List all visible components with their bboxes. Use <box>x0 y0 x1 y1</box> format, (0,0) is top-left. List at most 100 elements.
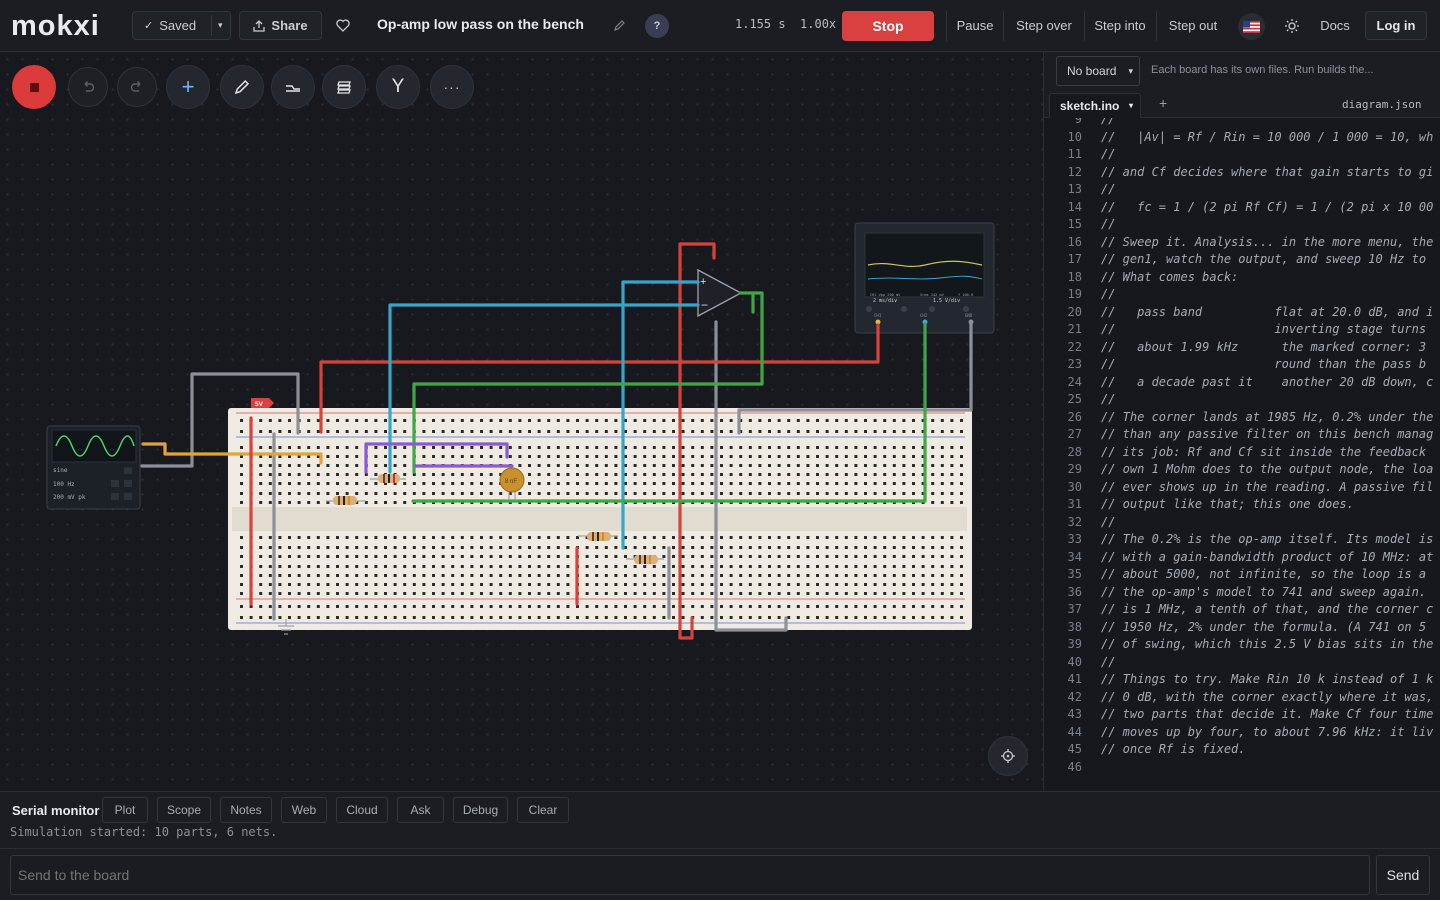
code-line[interactable]: 20 // pass band flat at 20.0 dB, and i <box>1044 304 1440 322</box>
code-line[interactable]: 43 // two parts that decide it. Make Cf f… <box>1044 706 1440 724</box>
heart-icon[interactable] <box>332 11 354 40</box>
code-line[interactable]: 46 <box>1044 759 1440 777</box>
line-number: 14 <box>1067 199 1082 214</box>
theme-sun-icon[interactable] <box>1280 11 1304 40</box>
line-number: 31 <box>1067 497 1082 511</box>
code-line[interactable]: 18 // What comes back: <box>1044 269 1440 287</box>
oscilloscope[interactable]: CH1 Vpp 200 mV Vrms 142 mV f 100.0 2 ms/… <box>854 222 995 334</box>
line-number: 28 <box>1067 444 1082 459</box>
code-line[interactable]: 37 // is 1 MHz, a tenth of that, and the … <box>1044 601 1440 619</box>
pause-button[interactable]: Pause <box>953 11 997 40</box>
help-button[interactable]: ? <box>645 14 669 38</box>
code-line[interactable]: 28 // its job: Rf and Cf sit inside the f… <box>1044 444 1440 462</box>
power-5v-flag[interactable]: 5V <box>251 398 274 408</box>
circuit-canvas[interactable]: + Y ··· sine 100 Hz 200 mV pk CH1 Vpp 20… <box>0 52 1043 791</box>
tab-web[interactable]: Web <box>281 797 327 823</box>
pencil-icon[interactable] <box>609 11 629 40</box>
code-line[interactable]: 21 // inverting stage turns <box>1044 321 1440 339</box>
line-number: 29 <box>1067 462 1082 476</box>
line-number: 15 <box>1067 217 1082 231</box>
code-line[interactable]: 44 // moves up by four, to about 7.96 kHz… <box>1044 724 1440 742</box>
function-generator[interactable]: sine 100 Hz 200 mV pk <box>46 425 141 510</box>
file-tabs: sketch.ino ▾ + diagram.json <box>1044 90 1440 118</box>
code-panel: No board ▾ Each board has its own files.… <box>1043 52 1440 791</box>
language-flag-icon[interactable] <box>1238 13 1265 40</box>
scope-freq-readout: f 100.0 <box>958 293 973 297</box>
code-line[interactable]: 12 // and Cf decides where that gain star… <box>1044 164 1440 182</box>
code-comment: // output like that; this one does. <box>1101 497 1354 511</box>
code-line[interactable]: 30 // ever shows up in the reading. A pas… <box>1044 479 1440 497</box>
send-button[interactable]: Send <box>1376 855 1430 895</box>
serial-monitor-tab[interactable]: Serial monitor <box>12 803 99 818</box>
tab-notes[interactable]: Notes <box>220 797 272 823</box>
scope-timebase: 2 ms/div <box>873 298 897 304</box>
add-file-button[interactable]: + <box>1159 95 1167 111</box>
code-line[interactable]: 25 // <box>1044 391 1440 409</box>
code-comment: // about 1.99 kHz the marked corner: 3 <box>1101 339 1427 354</box>
op-amp[interactable]: + − <box>697 268 743 318</box>
breadboard[interactable] <box>228 408 972 630</box>
step-over-button[interactable]: Step over <box>1010 11 1078 40</box>
code-line[interactable]: 19 // <box>1044 286 1440 304</box>
sim-speed[interactable]: 1.00x <box>800 17 836 31</box>
code-line[interactable]: 31 // output like that; this one does. <box>1044 496 1440 514</box>
code-line[interactable]: 29 // own 1 Mohm does to the output node,… <box>1044 461 1440 479</box>
clear-button[interactable]: Clear <box>517 797 569 823</box>
code-comment: // <box>1101 654 1116 669</box>
code-line[interactable]: 24 // a decade past it another 20 dB down… <box>1044 374 1440 392</box>
code-line[interactable]: 9 // <box>1044 118 1440 129</box>
line-number: 34 <box>1067 549 1082 564</box>
circuit-diagram[interactable]: sine 100 Hz 200 mV pk CH1 Vpp 200 mV Vrm… <box>0 52 1043 791</box>
tab-diagram-json[interactable]: diagram.json <box>1342 98 1421 111</box>
tab-debug[interactable]: Debug <box>453 797 508 823</box>
tab-ask[interactable]: Ask <box>397 797 444 823</box>
stop-button[interactable]: Stop <box>842 11 934 41</box>
code-line[interactable]: 17 // gen1, watch the output, and sweep 1… <box>1044 251 1440 269</box>
check-icon: ✓ <box>144 20 154 32</box>
code-line[interactable]: 39 // of swing, which this 2.5 V bias sit… <box>1044 636 1440 654</box>
step-into-button[interactable]: Step into <box>1090 11 1150 40</box>
code-line[interactable]: 32 // <box>1044 514 1440 532</box>
code-line[interactable]: 38 // 1950 Hz, 2% under the formula. (A 7… <box>1044 619 1440 637</box>
code-line[interactable]: 16 // Sweep it. Analysis... in the more m… <box>1044 234 1440 252</box>
chevron-down-icon[interactable]: ▾ <box>218 20 223 31</box>
tab-cloud[interactable]: Cloud <box>336 797 388 823</box>
code-line[interactable]: 10 // |Av| = Rf / Rin = 10 000 / 1 000 = … <box>1044 129 1440 147</box>
line-number: 9 <box>1074 118 1082 126</box>
code-line[interactable]: 22 // about 1.99 kHz the marked corner: 3 <box>1044 339 1440 357</box>
board-select[interactable]: No board ▾ <box>1056 56 1140 86</box>
step-out-button[interactable]: Step out <box>1164 11 1222 40</box>
code-comment: // The corner lands at 1985 Hz, 0.2% und… <box>1101 409 1434 424</box>
chevron-down-icon: ▾ <box>1128 66 1133 76</box>
code-line[interactable]: 26 // The corner lands at 1985 Hz, 0.2% u… <box>1044 409 1440 427</box>
login-button[interactable]: Log in <box>1365 11 1427 40</box>
code-line[interactable]: 45 // once Rf is fixed. <box>1044 741 1440 759</box>
tab-sketch-ino[interactable]: sketch.ino ▾ <box>1049 93 1141 118</box>
code-line[interactable]: 11 // <box>1044 146 1440 164</box>
project-title[interactable]: Op-amp low pass on the bench <box>377 16 584 32</box>
code-line[interactable]: 42 // 0 dB, with the corner exactly where… <box>1044 689 1440 707</box>
code-line[interactable]: 13 // <box>1044 181 1440 199</box>
serial-send-input[interactable] <box>10 855 1370 895</box>
code-line[interactable]: 33 // The 0.2% is the op-amp itself. Its … <box>1044 531 1440 549</box>
code-editor[interactable]: 9 // 10 // |Av| = Rf / Rin = 10 000 / 1 000… <box>1044 118 1440 791</box>
code-line[interactable]: 23 // round than the pass b <box>1044 356 1440 374</box>
recenter-button[interactable] <box>988 736 1028 776</box>
docs-link[interactable]: Docs <box>1316 11 1354 40</box>
code-line[interactable]: 40 // <box>1044 654 1440 672</box>
share-button[interactable]: Share <box>239 11 322 40</box>
chevron-down-icon[interactable]: ▾ <box>1129 101 1133 110</box>
code-line[interactable]: 14 // fc = 1 / (2 pi Rf Cf) = 1 / (2 pi x… <box>1044 199 1440 217</box>
code-line[interactable]: 35 // about 5000, not infinite, so the lo… <box>1044 566 1440 584</box>
code-comment: // two parts that decide it. Make Cf fou… <box>1101 707 1434 721</box>
code-line[interactable]: 36 // the op-amp's model to 741 and sweep… <box>1044 584 1440 602</box>
code-line[interactable]: 34 // with a gain-bandwidth product of 10… <box>1044 549 1440 567</box>
saved-button[interactable]: ✓ Saved ▾ <box>132 11 231 40</box>
tab-plot[interactable]: Plot <box>102 797 148 823</box>
tab-scope[interactable]: Scope <box>157 797 211 823</box>
code-line[interactable]: 27 // than any passive filter on this ben… <box>1044 426 1440 444</box>
code-line[interactable]: 41 // Things to try. Make Rin 10 k instea… <box>1044 671 1440 689</box>
code-line[interactable]: 15 // <box>1044 216 1440 234</box>
line-number: 19 <box>1067 287 1082 301</box>
line-number: 23 <box>1067 357 1082 371</box>
